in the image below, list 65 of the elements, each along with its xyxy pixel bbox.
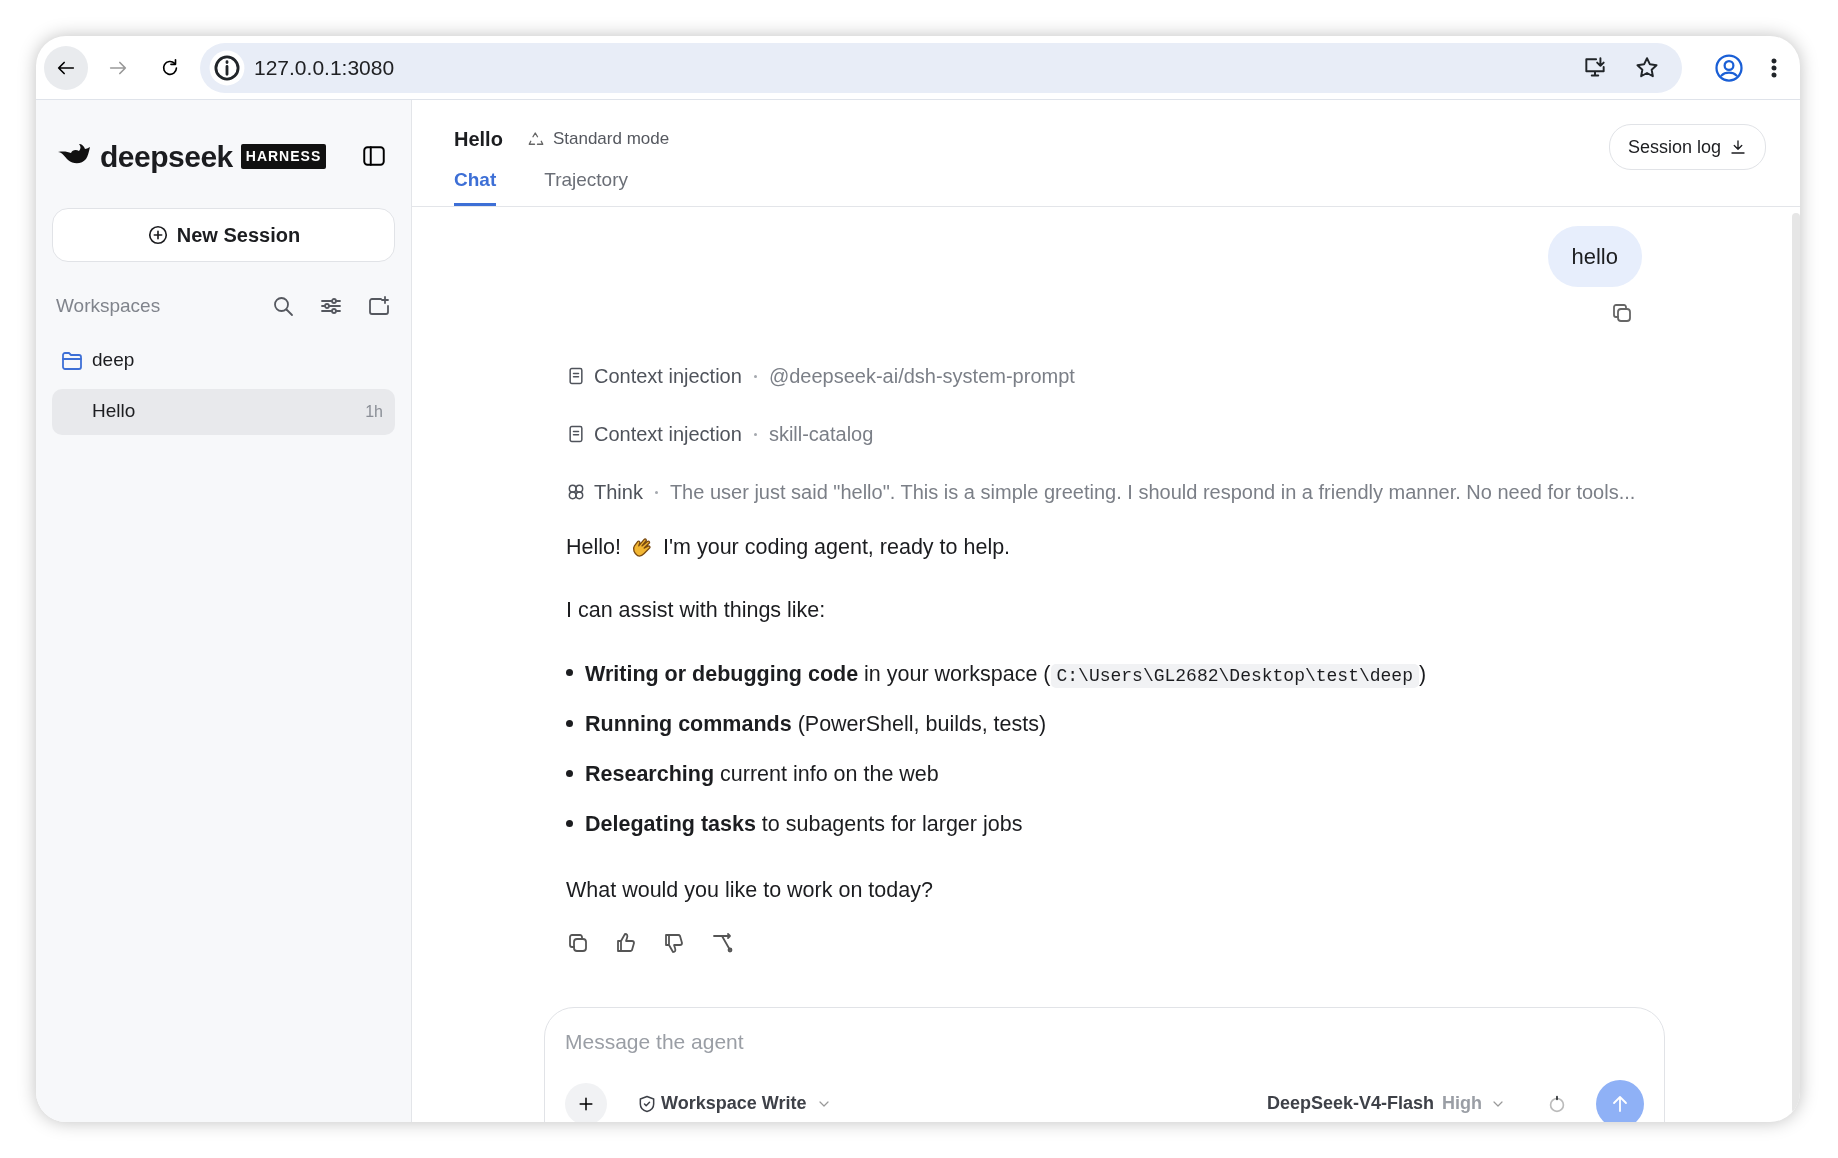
copy-button[interactable] bbox=[1610, 301, 1634, 325]
effort-level: High bbox=[1442, 1092, 1482, 1115]
model-dropdown[interactable]: DeepSeek-V4-Flash High bbox=[1260, 1089, 1512, 1118]
reply-paragraph: What would you like to work on today? bbox=[566, 876, 934, 904]
sidebar-toggle-button[interactable] bbox=[361, 143, 387, 169]
user-message: hello bbox=[1547, 226, 1642, 287]
list-item-text: Delegating tasks to subagents for larger jobs bbox=[585, 812, 1023, 837]
session-title: Hello bbox=[92, 399, 136, 424]
separator-dot bbox=[753, 374, 757, 378]
tab[interactable]: Trajectory bbox=[544, 166, 628, 206]
attach-button[interactable] bbox=[565, 1082, 607, 1122]
list-item-text: Writing or debugging code in your workspace ( bbox=[585, 661, 1051, 686]
back-button[interactable] bbox=[44, 45, 88, 90]
tab[interactable]: Chat bbox=[454, 166, 497, 206]
thumbs-up-icon bbox=[614, 930, 638, 955]
recycle-icon bbox=[526, 130, 545, 148]
document-icon bbox=[566, 424, 586, 444]
search-icon bbox=[271, 294, 295, 319]
info-icon bbox=[208, 48, 246, 87]
mode-label: Standard mode bbox=[552, 128, 670, 151]
list-item-text: Running commands (PowerShell, builds, tests) bbox=[585, 711, 1047, 736]
shield-icon bbox=[637, 1093, 657, 1114]
url-text: 127.0.0.1:3080 bbox=[254, 54, 395, 81]
section-label: Workspaces bbox=[56, 294, 162, 318]
inline-code: C:\Users\GL2682\Desktop\test\deep bbox=[1050, 663, 1419, 688]
bullet-dot bbox=[566, 820, 573, 828]
step-detail: The user just said "hello". This is a simple greeting. I should respond in a friendly manner. No need for tools... bbox=[669, 480, 1636, 505]
session-item[interactable]: Hello 1h bbox=[52, 388, 395, 435]
branch-icon bbox=[710, 930, 734, 955]
list-item-text: Researching current info on the web bbox=[585, 762, 939, 786]
address-bar[interactable]: 127.0.0.1:3080 bbox=[200, 42, 1682, 93]
step-detail: @deepseek-ai/dsh-system-prompt bbox=[768, 364, 1075, 389]
reply-paragraph: I can assist with things like: bbox=[566, 597, 827, 625]
reply-text: I'm your coding agent, ready to help. bbox=[662, 534, 1011, 561]
document-icon bbox=[566, 366, 586, 386]
profile-icon[interactable] bbox=[1714, 52, 1744, 83]
plus-circle-icon bbox=[146, 224, 169, 246]
permission-dropdown[interactable]: Workspace Write bbox=[631, 1089, 839, 1118]
session-title: Hello bbox=[454, 127, 503, 152]
session-log-button[interactable]: Session log bbox=[1608, 124, 1766, 170]
reply-text: Hello! bbox=[566, 534, 621, 561]
step-label: Context injection bbox=[594, 364, 742, 389]
search-button[interactable] bbox=[271, 294, 295, 319]
bullet-dot bbox=[566, 769, 573, 777]
workspace-name: deep bbox=[92, 348, 135, 373]
list-item-text: ) bbox=[1418, 661, 1427, 686]
brand-name: deepseek bbox=[100, 138, 233, 175]
branch-button[interactable] bbox=[710, 930, 734, 955]
harness-badge: HARNESS bbox=[240, 143, 327, 169]
step-label: Think bbox=[594, 480, 643, 505]
step-label: Context injection bbox=[594, 422, 742, 447]
session-age: 1h bbox=[365, 401, 383, 422]
message-input[interactable]: Message the agent bbox=[565, 1026, 1644, 1058]
separator-dot bbox=[753, 432, 757, 436]
download-icon bbox=[1729, 138, 1747, 156]
model-name: DeepSeek-V4-Flash bbox=[1266, 1092, 1434, 1115]
panel-icon bbox=[361, 143, 387, 169]
step-detail: skill-catalog bbox=[768, 422, 874, 447]
bullet-dot bbox=[566, 719, 573, 727]
new-session-button[interactable]: New Session bbox=[52, 208, 395, 262]
like-button[interactable] bbox=[614, 930, 638, 955]
copy-icon bbox=[1610, 301, 1634, 325]
scrollbar[interactable] bbox=[1792, 213, 1800, 1113]
bullet-dot bbox=[566, 669, 573, 677]
separator-dot bbox=[654, 490, 658, 494]
